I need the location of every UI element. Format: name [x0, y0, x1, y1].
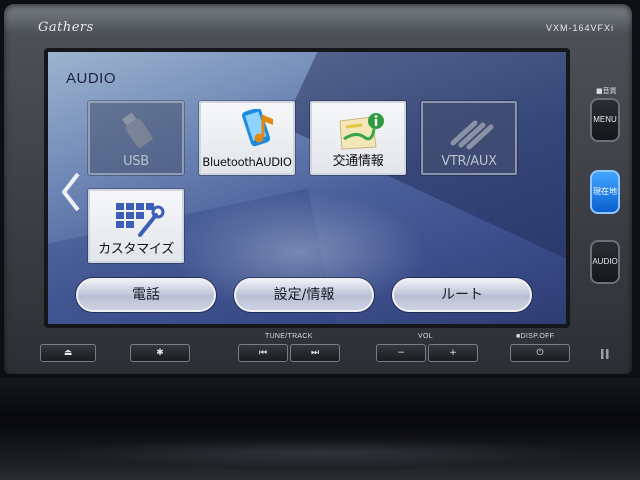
volume-down-button[interactable]: −: [376, 344, 426, 362]
av-cable-icon: [423, 109, 515, 153]
eject-button[interactable]: ⏏: [40, 344, 96, 362]
audio-button[interactable]: AUDIO: [590, 240, 620, 284]
power-icon: ⏻: [536, 348, 544, 358]
model-label: VXM-164VFXi: [545, 23, 614, 33]
tile-customize[interactable]: カスタマイズ: [88, 189, 184, 263]
sound-quality-caption: ■音質: [596, 87, 617, 95]
tile-label: VTR/AUX: [441, 154, 497, 169]
tile-label: 交通情報: [332, 154, 384, 169]
chevron-left-icon[interactable]: [58, 170, 84, 214]
next-track-button[interactable]: ⏭: [290, 344, 340, 362]
vol-caption: VOL: [418, 333, 433, 340]
touch-screen: AUDIO USB BluetoothAUDIO 交通情報 VTR/AUX カス…: [48, 52, 566, 324]
plus-icon: +: [449, 348, 457, 358]
settings-info-button[interactable]: 設定/情報: [234, 278, 374, 312]
tile-traffic-info[interactable]: 交通情報: [310, 101, 406, 175]
traffic-map-info-icon: [312, 109, 404, 153]
power-button[interactable]: ⏻: [510, 344, 570, 362]
minus-icon: −: [397, 348, 405, 358]
phone-button[interactable]: 電話: [76, 278, 216, 312]
tile-label: BluetoothAUDIO: [202, 155, 292, 169]
next-track-icon: ⏭: [310, 348, 320, 358]
current-location-button[interactable]: 現在地: [590, 170, 620, 214]
usb-stick-icon: [90, 109, 182, 153]
route-button[interactable]: ルート: [392, 278, 532, 312]
gear-icon: ✱: [156, 348, 164, 358]
grid-wrench-icon: [90, 197, 182, 241]
volume-up-button[interactable]: +: [428, 344, 478, 362]
dash-reflection: [40, 438, 600, 468]
tile-usb[interactable]: USB: [88, 101, 184, 175]
tile-label: カスタマイズ: [98, 242, 174, 257]
eject-icon: ⏏: [63, 348, 73, 358]
menu-button[interactable]: MENU: [590, 98, 620, 142]
prev-track-icon: ⏮: [258, 348, 268, 358]
brand-logo: Gathers: [38, 20, 94, 35]
bluetooth-phone-music-icon: [201, 107, 293, 153]
screen-title: AUDIO: [66, 70, 117, 87]
settings-hw-button[interactable]: ✱: [130, 344, 190, 362]
tile-bluetooth-audio[interactable]: BluetoothAUDIO: [199, 101, 295, 175]
disp-off-caption: ■DISP.OFF: [516, 333, 555, 340]
dashboard-trim: [0, 378, 640, 480]
tune-track-caption: TUNE/TRACK: [265, 333, 313, 340]
tile-label: USB: [123, 154, 149, 169]
grip-icon: [600, 345, 610, 359]
tile-vtr-aux[interactable]: VTR/AUX: [421, 101, 517, 175]
prev-track-button[interactable]: ⏮: [238, 344, 288, 362]
